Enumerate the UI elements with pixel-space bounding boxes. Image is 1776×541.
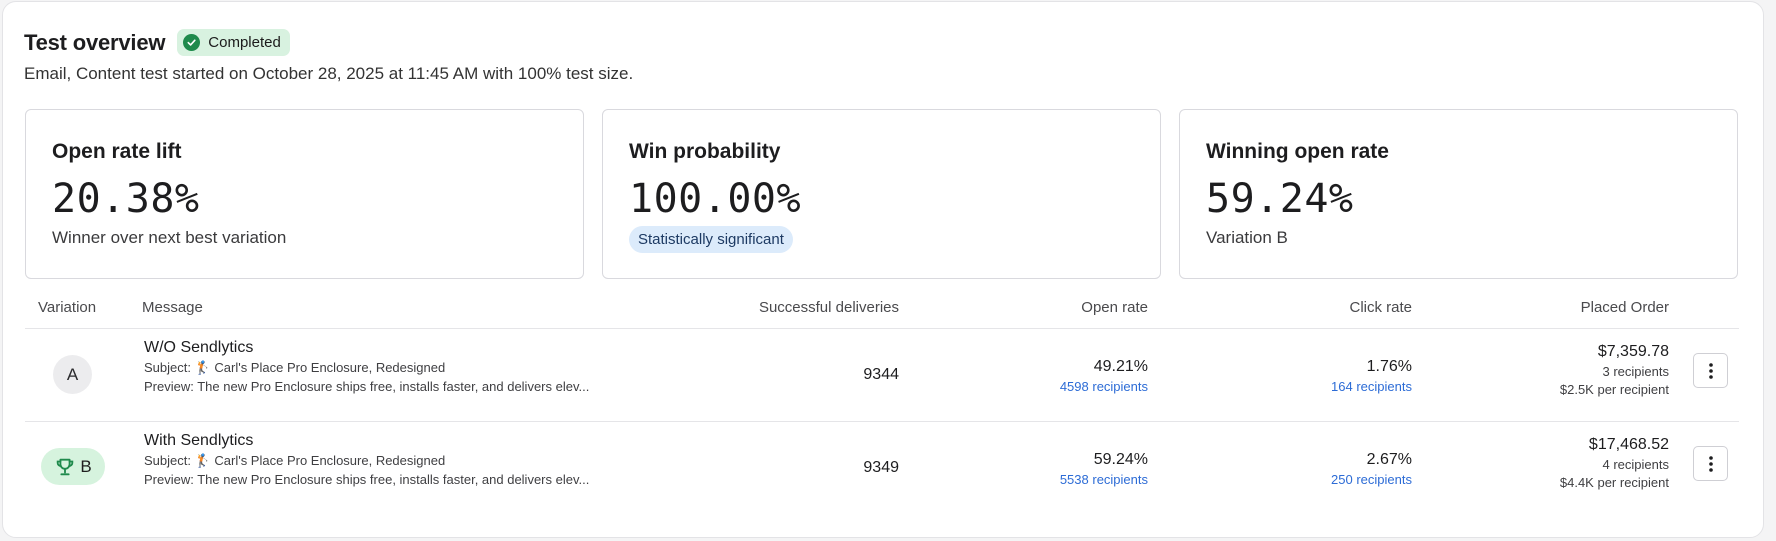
open-rate-cell: 49.21% 4598 recipients <box>1060 358 1148 394</box>
open-recipients-link[interactable]: 4598 recipients <box>1060 379 1148 394</box>
column-header-placed-order: Placed Order <box>1580 299 1669 316</box>
card-value: 100.00% <box>629 176 802 222</box>
table-row: B With Sendlytics Subject: 🏌 Carl's Plac… <box>25 422 1739 515</box>
card-subtitle: Winner over next best variation <box>52 228 287 247</box>
order-per-recipient: $2.5K per recipient <box>1559 382 1669 397</box>
open-rate-lift-card: Open rate lift 20.38% Winner over next b… <box>25 109 584 279</box>
page-subtitle: Email, Content test started on October 2… <box>24 64 634 83</box>
placed-order-cell: $7,359.78 3 recipients $2.5K per recipie… <box>1560 343 1669 397</box>
kebab-menu-icon <box>1708 455 1713 472</box>
card-title: Winning open rate <box>1206 140 1389 163</box>
column-header-click-rate: Click rate <box>1349 299 1412 316</box>
check-circle-icon <box>183 34 201 51</box>
order-per-recipient: $4.4K per recipient <box>1559 475 1669 490</box>
click-recipients-link[interactable]: 164 recipients <box>1331 379 1412 394</box>
variation-label: B <box>80 456 92 476</box>
order-value: $7,359.78 <box>1597 343 1669 360</box>
message-subject: Subject: 🏌 Carl's Place Pro Enclosure, R… <box>144 453 446 468</box>
message-cell: With Sendlytics Subject: 🏌 Carl's Place … <box>144 432 589 487</box>
message-name: W/O Sendlytics <box>144 339 254 356</box>
significance-badge: Statistically significant <box>629 226 793 253</box>
click-recipients-link[interactable]: 250 recipients <box>1331 472 1412 487</box>
variation-avatar: A <box>53 355 92 394</box>
row-menu-button[interactable] <box>1693 446 1728 481</box>
row-menu-button[interactable] <box>1693 353 1728 388</box>
test-overview-panel: Test overview Completed Email, Content t… <box>2 1 1764 538</box>
click-rate-value: 2.67% <box>1366 451 1412 468</box>
variation-winner-badge: B <box>41 448 105 485</box>
table-row: A W/O Sendlytics Subject: 🏌 Carl's Place… <box>25 329 1739 422</box>
order-recipients: 4 recipients <box>1602 457 1669 472</box>
deliveries-value: 9344 <box>863 366 899 383</box>
placed-order-cell: $17,468.52 4 recipients $4.4K per recipi… <box>1560 436 1669 490</box>
message-name: With Sendlytics <box>144 432 254 449</box>
order-value: $17,468.52 <box>1588 436 1669 453</box>
open-rate-cell: 59.24% 5538 recipients <box>1060 451 1148 487</box>
click-rate-cell: 2.67% 250 recipients <box>1331 451 1412 487</box>
header: Test overview Completed Email, Content t… <box>24 29 633 84</box>
open-rate-value: 59.24% <box>1093 451 1148 468</box>
page-title: Test overview <box>24 29 166 55</box>
status-label: Completed <box>208 34 281 51</box>
open-rate-value: 49.21% <box>1093 358 1148 375</box>
title-row: Test overview Completed <box>24 29 633 56</box>
message-preview: Preview: The new Pro Enclosure ships fre… <box>144 472 590 487</box>
column-header-open-rate: Open rate <box>1081 299 1148 316</box>
win-probability-card: Win probability 100.00% Statistically si… <box>602 109 1161 279</box>
order-recipients: 3 recipients <box>1602 364 1669 379</box>
deliveries-value: 9349 <box>863 459 899 476</box>
kebab-menu-icon <box>1708 362 1713 379</box>
message-preview: Preview: The new Pro Enclosure ships fre… <box>144 379 590 394</box>
column-header-message: Message <box>142 299 203 316</box>
click-rate-value: 1.76% <box>1366 358 1412 375</box>
open-recipients-link[interactable]: 5538 recipients <box>1060 472 1148 487</box>
message-subject: Subject: 🏌 Carl's Place Pro Enclosure, R… <box>144 360 446 375</box>
status-badge: Completed <box>177 29 290 56</box>
card-subtitle: Variation B <box>1206 228 1288 247</box>
card-value: 20.38% <box>52 176 200 222</box>
column-header-variation: Variation <box>38 299 97 316</box>
click-rate-cell: 1.76% 164 recipients <box>1331 358 1412 394</box>
card-title: Win probability <box>629 140 781 163</box>
trophy-icon <box>57 458 74 475</box>
card-title: Open rate lift <box>52 140 182 163</box>
message-cell: W/O Sendlytics Subject: 🏌 Carl's Place P… <box>144 339 589 394</box>
column-header-deliveries: Successful deliveries <box>758 299 899 316</box>
card-value: 59.24% <box>1206 176 1354 222</box>
winning-open-rate-card: Winning open rate 59.24% Variation B <box>1179 109 1738 279</box>
